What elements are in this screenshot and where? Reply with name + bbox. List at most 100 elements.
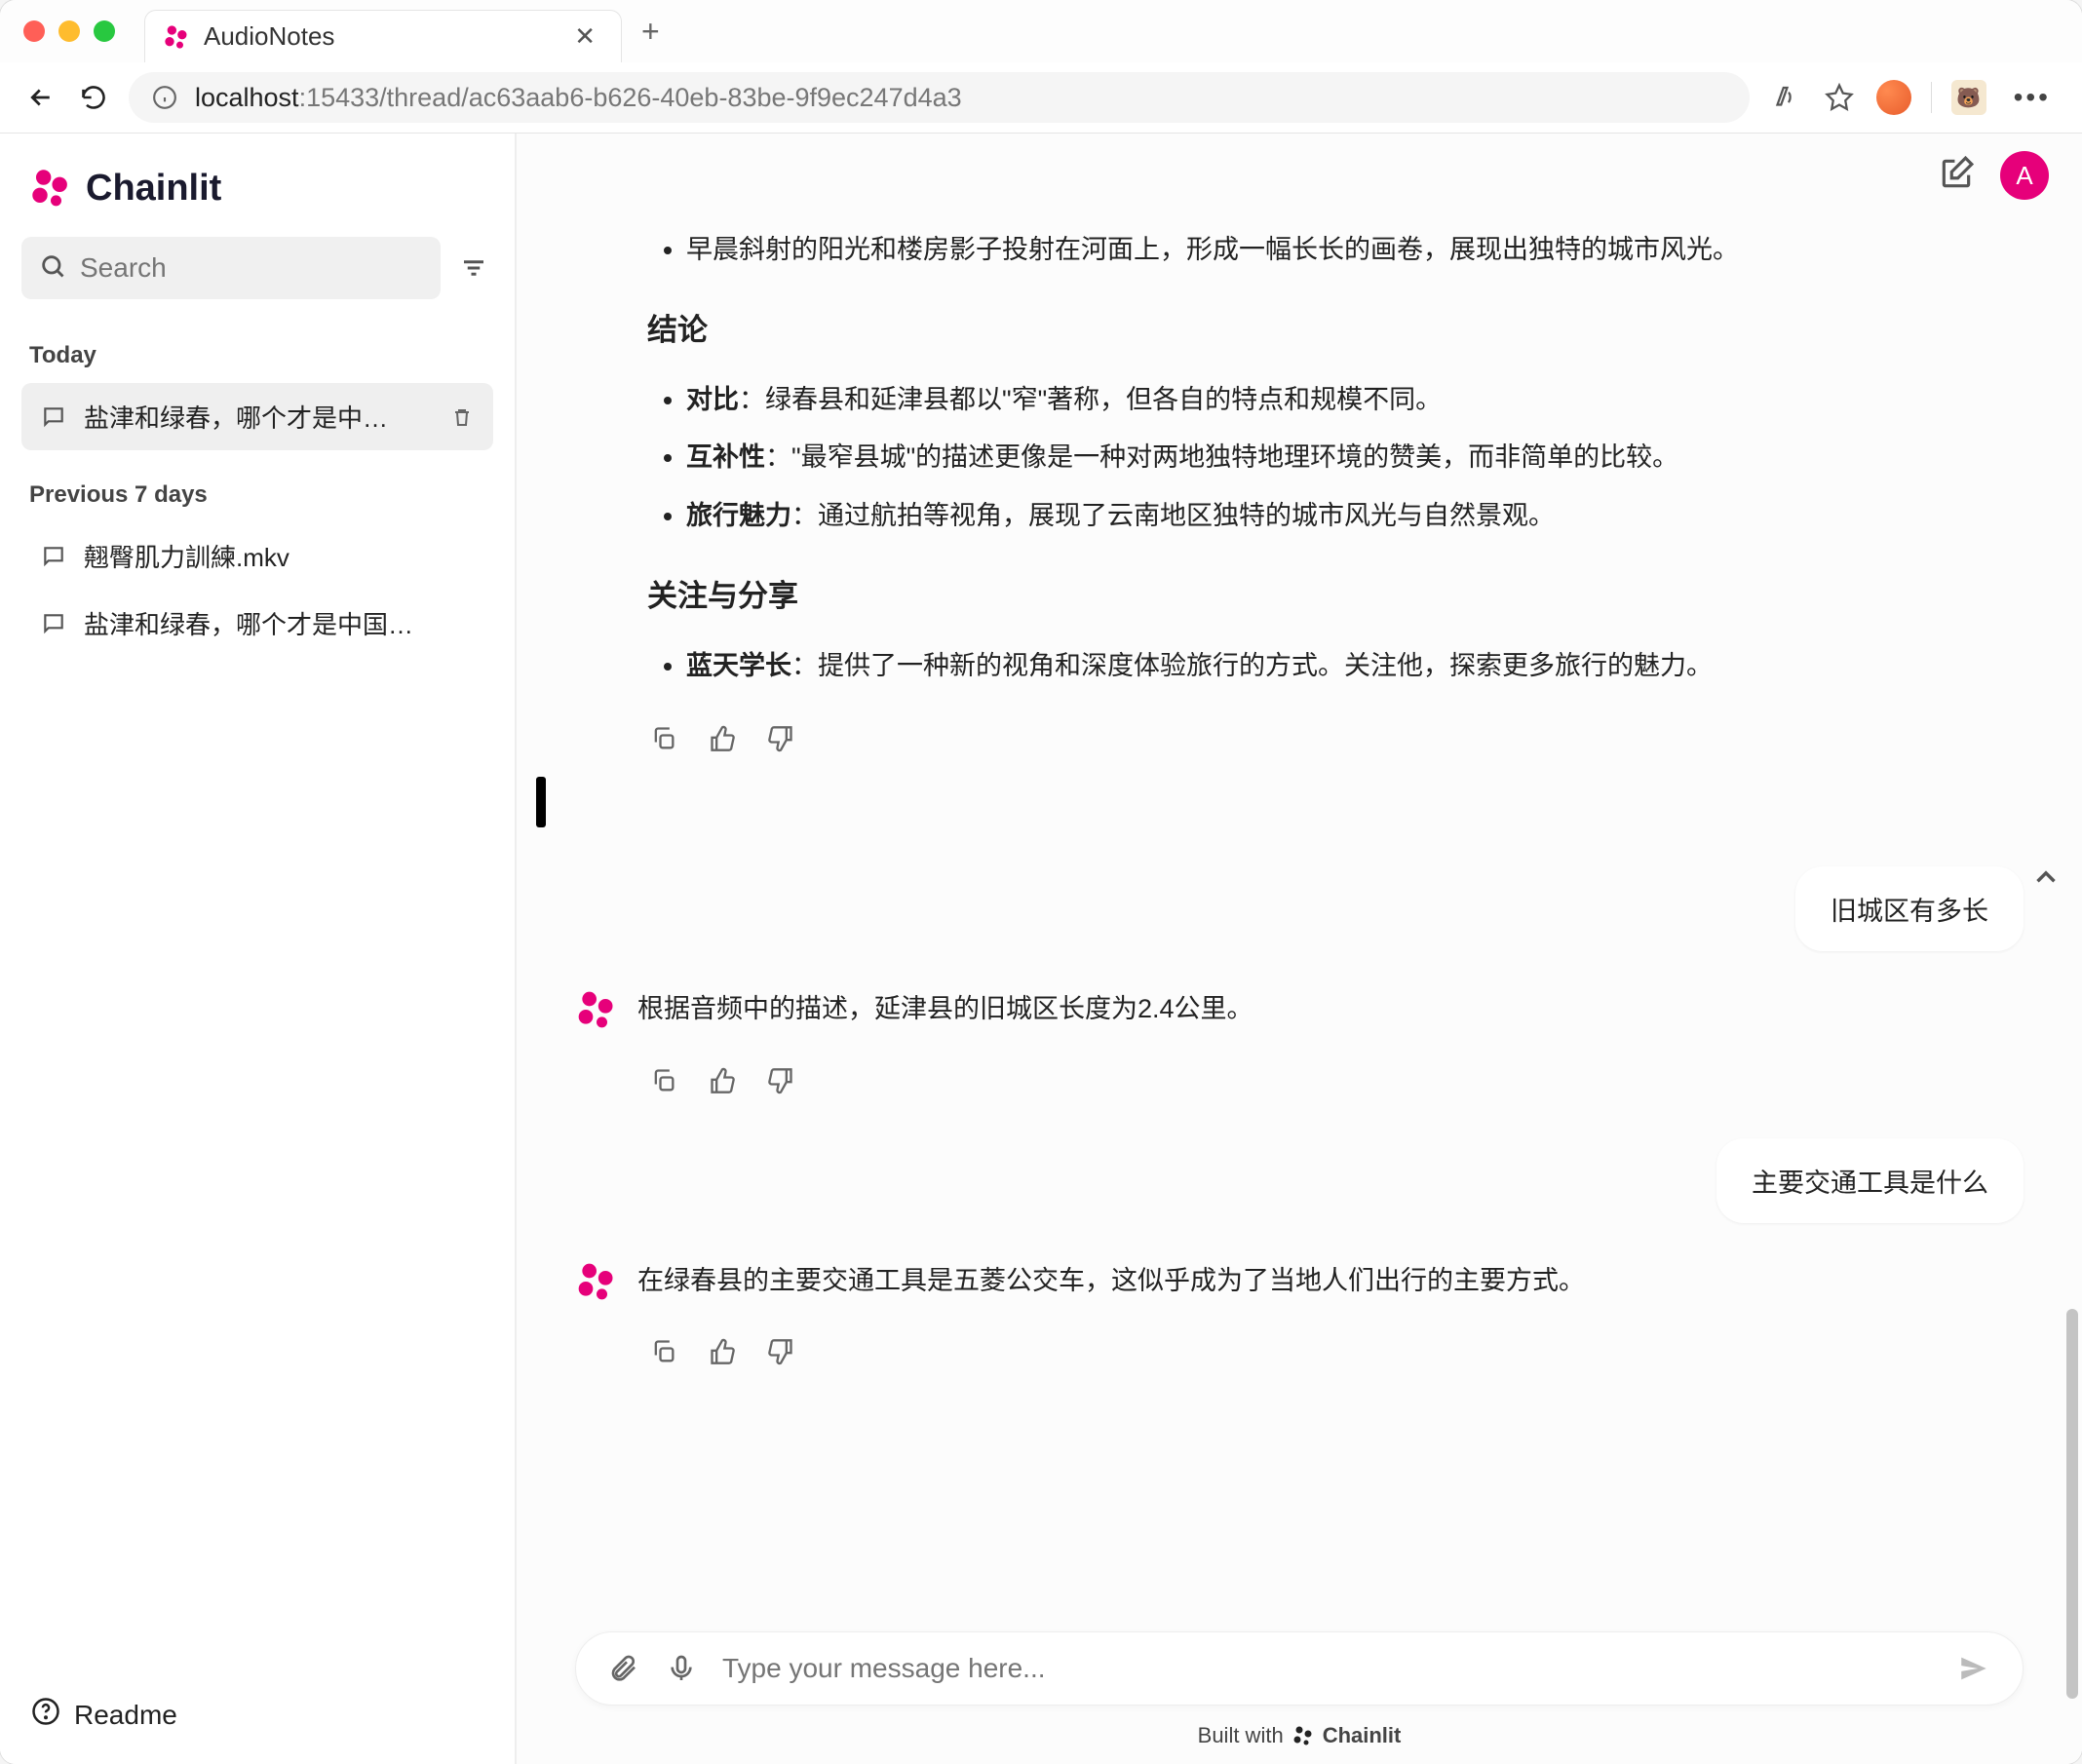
tab-title: AudioNotes [204,21,553,52]
readme-link[interactable]: Readme [21,1683,493,1746]
browser-chrome: AudioNotes ✕ + localhost:15433/thread/ac… [0,0,2082,134]
filter-button[interactable] [454,249,493,288]
thumbs-down-button[interactable] [764,722,797,755]
assistant-avatar-icon [575,988,618,1031]
heading-conclusion: 结论 [647,302,2024,360]
bullet-term: 旅行魅力 [686,501,791,530]
user-message-row: 旧城区有多长 [575,866,2024,951]
chat-icon [39,542,68,571]
bullet-text: ：通过航拍等视角，展现了云南地区独特的城市风光与自然景观。 [791,501,1555,530]
thread-title: 翹臀肌力訓練.mkv [84,538,476,574]
site-info-icon[interactable] [150,83,179,112]
delete-thread-button[interactable] [448,403,476,431]
collapse-chevron-icon[interactable] [2029,861,2063,899]
thread-item-active[interactable]: 盐津和绿春，哪个才是中… [21,383,493,450]
scrollbar-track [2064,289,2078,1754]
browser-tab[interactable]: AudioNotes ✕ [144,10,622,62]
read-aloud-icon[interactable] [1767,80,1802,115]
avatar-letter: A [2016,161,2032,191]
new-tab-button[interactable]: + [622,14,679,50]
search-input[interactable] [80,252,423,284]
thumbs-up-button[interactable] [706,722,739,755]
help-icon [31,1697,60,1733]
bullet-text: ：提供了一种新的视角和深度体验旅行的方式。关注他，探索更多旅行的魅力。 [791,651,1713,680]
copy-button[interactable] [647,722,680,755]
address-bar: localhost:15433/thread/ac63aab6-b626-40e… [0,62,2082,133]
thumbs-down-button[interactable] [764,1335,797,1368]
message-input[interactable] [722,1653,1931,1684]
section-label-today: Today [21,328,493,383]
bullet-text: 早晨斜射的阳光和楼房影子投射在河面上，形成一幅长长的画卷，展现出独特的城市风光。 [686,235,1739,264]
thread-title: 盐津和绿春，哪个才是中… [84,399,433,435]
sidebar-search[interactable] [21,237,441,299]
profile-avatar-1[interactable] [1876,80,1911,115]
brand-logo-icon [29,167,72,210]
send-button[interactable] [1954,1649,1993,1688]
sidebar: Chainlit Today 盐津和绿春，哪个才是中… [0,134,517,1764]
browser-window: AudioNotes ✕ + localhost:15433/thread/ac… [0,0,2082,1764]
assistant-text: 根据音频中的描述，延津县的旧城区长度为2.4公里。 [637,984,2024,1034]
app-body: Chainlit Today 盐津和绿春，哪个才是中… [0,134,2082,1764]
bullet-term: 蓝天学长 [686,651,791,680]
search-icon [39,252,66,285]
copy-button[interactable] [647,1064,680,1097]
message-actions [575,1312,2024,1380]
assistant-message: 根据音频中的描述，延津县的旧城区长度为2.4公里。 [575,984,2024,1108]
maximize-window-button[interactable] [94,20,115,42]
scrollbar-thumb[interactable] [2066,1309,2078,1699]
composer-area [517,1618,2082,1713]
message-composer[interactable] [575,1631,2024,1706]
refresh-button[interactable] [76,80,111,115]
bullet-term: 互补性 [686,442,765,472]
bullet-text: ：绿春县和延津县都以"窄"著称，但各自的特点和规模不同。 [739,385,1442,414]
favorite-icon[interactable] [1822,80,1857,115]
thread-item[interactable]: 翹臀肌力訓練.mkv [21,522,493,590]
copy-button[interactable] [647,1335,680,1368]
message-actions [575,1041,2024,1109]
text-caret [536,777,546,827]
assistant-avatar-icon [575,1260,618,1303]
heading-follow-share: 关注与分享 [647,568,2024,626]
more-menu-button[interactable]: ••• [2006,82,2059,113]
footer-credit: Built with Chainlit [517,1713,2082,1764]
mic-button[interactable] [664,1651,699,1686]
attach-button[interactable] [605,1651,640,1686]
divider [1931,82,1932,113]
assistant-message-partial: 早晨斜射的阳光和楼房影子投射在河面上，形成一幅长长的画卷，展现出独特的城市风光。… [575,225,2024,767]
minimize-window-button[interactable] [58,20,80,42]
tab-close-button[interactable]: ✕ [566,18,603,56]
chat-icon [39,403,68,432]
thumbs-up-button[interactable] [706,1335,739,1368]
url-input[interactable]: localhost:15433/thread/ac63aab6-b626-40e… [129,72,1750,123]
assistant-content: 早晨斜射的阳光和楼房影子投射在河面上，形成一幅长长的画卷，展现出独特的城市风光。… [575,225,2024,691]
sidebar-search-row [21,237,493,299]
thumbs-up-button[interactable] [706,1064,739,1097]
thread-item[interactable]: 盐津和绿春，哪个才是中国… [21,590,493,657]
new-chat-button[interactable] [1938,155,1979,196]
chat-icon [39,609,68,638]
main-header: A [517,134,2082,217]
profile-avatar-2[interactable]: 🐻 [1951,80,1986,115]
brand-name: Chainlit [86,168,221,210]
user-message-bubble: 主要交通工具是什么 [1716,1138,2024,1223]
back-button[interactable] [23,80,58,115]
bullet-term: 对比 [686,385,739,414]
thumbs-down-button[interactable] [764,1064,797,1097]
footer-prefix: Built with [1198,1723,1284,1748]
assistant-message: 在绿春县的主要交通工具是五菱公交车，这似乎成为了当地人们出行的主要方式。 [575,1256,2024,1380]
message-actions [575,699,2024,767]
tab-favicon-icon [163,23,190,51]
tab-bar: AudioNotes ✕ + [0,0,2082,62]
user-message-bubble: 旧城区有多长 [1795,866,2024,951]
bullet-text: ："最窄县城"的描述更像是一种对两地独特地理环境的赞美，而非简单的比较。 [765,442,1678,472]
window-controls [23,20,115,42]
close-window-button[interactable] [23,20,45,42]
assistant-text: 在绿春县的主要交通工具是五菱公交车，这似乎成为了当地人们出行的主要方式。 [637,1256,2024,1306]
user-message-row: 主要交通工具是什么 [575,1138,2024,1223]
conversation-scroll[interactable]: 早晨斜射的阳光和楼房影子投射在河面上，形成一幅长长的画卷，展现出独特的城市风光。… [517,217,2082,1618]
footer-logo-icon [1292,1724,1315,1747]
user-avatar[interactable]: A [2000,151,2049,200]
thread-title: 盐津和绿春，哪个才是中国… [84,605,476,641]
main-panel: A 早晨斜射的阳光和楼房影子投射在河面上，形成一幅长长的画卷，展现出独特的城市风… [517,134,2082,1764]
addr-bar-actions: 🐻 ••• [1767,80,2059,115]
